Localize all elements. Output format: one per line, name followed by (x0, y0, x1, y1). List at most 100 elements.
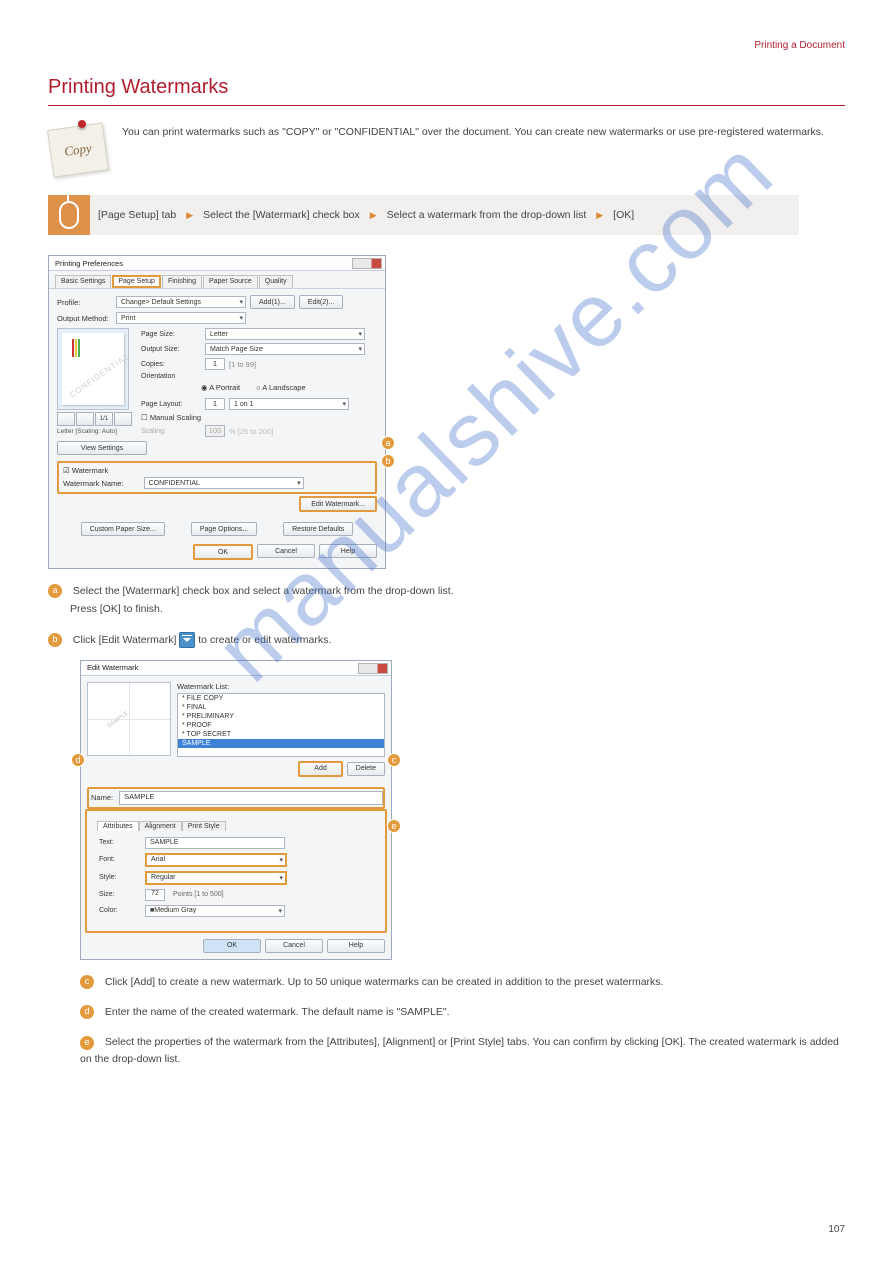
ok-button[interactable]: OK (193, 544, 253, 560)
font-dropdown[interactable]: Arial▾ (145, 853, 287, 867)
ok-button[interactable]: OK (203, 939, 261, 953)
list-item[interactable]: * FILE COPY (178, 694, 384, 703)
tab-attributes[interactable]: Attributes (97, 821, 139, 831)
manual-scaling-checkbox[interactable]: ☐ Manual Scaling (141, 413, 201, 422)
landscape-radio[interactable]: ○ A Landscape (256, 383, 306, 392)
attribute-area-highlight: Attributes Alignment Print Style Text: S… (85, 809, 387, 933)
page-size-dropdown[interactable]: Letter▾ (205, 328, 365, 340)
para-a-sub: Press [OK] to finish. (70, 601, 845, 617)
text-input[interactable]: SAMPLE (145, 837, 285, 849)
copies-hint: [1 to 99] (229, 360, 256, 369)
profile-dropdown[interactable]: Change> Default Settings▾ (116, 296, 246, 308)
close-icon[interactable] (358, 663, 388, 674)
attr-body: Text: SAMPLE Font: Arial▾ Style: Regular… (91, 831, 381, 927)
main-content-row: CONFIDENTIAL 1/1 Letter [Scaling: Auto] … (57, 328, 377, 455)
step-1: [Page Setup] tab (98, 209, 176, 221)
mouse-icon (59, 201, 79, 229)
watermark-checkbox[interactable]: ☑ Watermark (63, 466, 108, 475)
para-a: a Select the [Watermark] check box and s… (48, 583, 845, 599)
tab-quality[interactable]: Quality (259, 275, 293, 288)
cancel-button[interactable]: Cancel (257, 544, 315, 558)
list-item[interactable]: * TOP SECRET (178, 730, 384, 739)
page-layout-label: Page Layout: (141, 401, 201, 408)
add-watermark-button[interactable]: Add (298, 761, 342, 777)
list-item[interactable]: * FINAL (178, 703, 384, 712)
tab-page-setup[interactable]: Page Setup (112, 275, 161, 288)
output-method-row: Output Method: Print▾ (57, 312, 377, 324)
callout-e: e (387, 819, 401, 833)
tool-2[interactable] (76, 412, 94, 426)
size-label: Size: (99, 891, 137, 898)
tab-paper-source[interactable]: Paper Source (203, 275, 258, 288)
close-icon[interactable] (352, 258, 382, 269)
page-number: 107 (828, 1224, 845, 1235)
edit-wm-top: SAMPLE Watermark List: * FILE COPY * FIN… (81, 676, 391, 783)
copies-input[interactable]: 1 (205, 358, 225, 370)
page-options-row: Custom Paper Size... Page Options... Res… (57, 522, 377, 536)
custom-paper-button[interactable]: Custom Paper Size... (81, 522, 165, 536)
watermark-list[interactable]: * FILE COPY * FINAL * PRELIMINARY * PROO… (177, 693, 385, 757)
preview-scale-text: Letter [Scaling: Auto] (57, 428, 135, 435)
para-b-text2: to create or edit watermarks. (198, 634, 331, 646)
output-size-dropdown[interactable]: Match Page Size▾ (205, 343, 365, 355)
heading-area: Printing Watermarks (48, 76, 845, 106)
watermark-list-label: Watermark List: (177, 682, 385, 691)
sticky-note-icon: Copy (48, 122, 108, 177)
add-profile-button[interactable]: Add(1)... (250, 295, 295, 309)
step-4: [OK] (613, 209, 634, 221)
edit-watermark-dialog: Edit Watermark SAMPLE Watermark List: * … (80, 660, 392, 960)
tab-basic-settings[interactable]: Basic Settings (55, 275, 111, 288)
tab-finishing[interactable]: Finishing (162, 275, 202, 288)
page-options-button[interactable]: Page Options... (191, 522, 257, 536)
mouse-icon-tile (48, 195, 90, 235)
help-button[interactable]: Help (327, 939, 385, 953)
para-d-text: Enter the name of the created watermark.… (105, 1006, 450, 1018)
watermark-preview-text: SAMPLE (106, 710, 129, 729)
callout-b: b (381, 454, 395, 468)
portrait-radio[interactable]: ◉ A Portrait (201, 383, 240, 392)
output-method-dropdown[interactable]: Print▾ (116, 312, 246, 324)
scaling-label: Scaling: (141, 428, 201, 435)
tool-3[interactable]: 1/1 (95, 412, 113, 426)
para-c-text: Click [Add] to create a new watermark. U… (105, 976, 664, 988)
para-c: c Click [Add] to create a new watermark.… (80, 974, 845, 990)
section-link[interactable]: Printing a Document (754, 40, 845, 51)
tool-4[interactable] (114, 412, 132, 426)
list-item-selected[interactable]: SAMPLE (178, 739, 384, 748)
left-column: CONFIDENTIAL 1/1 Letter [Scaling: Auto] … (57, 328, 135, 455)
name-input[interactable]: SAMPLE (119, 791, 383, 805)
chevron-right-icon: ▶ (186, 210, 193, 221)
copies-label: Copies: (141, 361, 201, 368)
color-dropdown[interactable]: ■ Medium Gray▾ (145, 905, 285, 917)
cancel-button[interactable]: Cancel (265, 939, 323, 953)
tool-1[interactable] (57, 412, 75, 426)
size-hint: Points [1 to 500] (173, 891, 224, 898)
dialog-foot-buttons: OK Cancel Help (57, 544, 377, 560)
watermark-name-dropdown[interactable]: CONFIDENTIAL▾ (144, 477, 304, 489)
marker-a: a (48, 584, 62, 598)
size-input[interactable]: 72 (145, 889, 165, 901)
help-button[interactable]: Help (319, 544, 377, 558)
watermark-name-label: Watermark Name: (63, 479, 124, 488)
tab-print-style[interactable]: Print Style (182, 821, 226, 831)
para-e-text: Select the properties of the watermark f… (80, 1036, 839, 1064)
list-item[interactable]: * PRELIMINARY (178, 712, 384, 721)
tab-alignment[interactable]: Alignment (139, 821, 182, 831)
para-e: e Select the properties of the watermark… (80, 1034, 845, 1067)
para-b: b Click [Edit Watermark] to create or ed… (48, 632, 845, 648)
edit-profile-button[interactable]: Edit(2)... (299, 295, 343, 309)
attr-tab-row: Attributes Alignment Print Style (91, 815, 381, 831)
edit-watermark-button[interactable]: Edit Watermark... (299, 496, 377, 512)
delete-watermark-button[interactable]: Delete (347, 762, 385, 776)
callout-a: a (381, 436, 395, 450)
watermark-list-wrap: Watermark List: * FILE COPY * FINAL * PR… (177, 682, 385, 777)
intro-row: Copy You can print watermarks such as "C… (48, 122, 845, 177)
style-dropdown[interactable]: Regular▾ (145, 871, 287, 885)
list-item[interactable]: * PROOF (178, 721, 384, 730)
restore-defaults-button[interactable]: Restore Defaults (283, 522, 353, 536)
view-settings-button[interactable]: View Settings (57, 441, 147, 455)
page: Printing a Document Printing Watermarks … (0, 0, 893, 1263)
para-a-text1: Select the [Watermark] check box and sel… (73, 585, 454, 597)
printing-preferences-dialog: Printing Preferences Basic Settings Page… (48, 255, 386, 569)
layout-dropdown[interactable]: 1 on 1▾ (229, 398, 349, 410)
